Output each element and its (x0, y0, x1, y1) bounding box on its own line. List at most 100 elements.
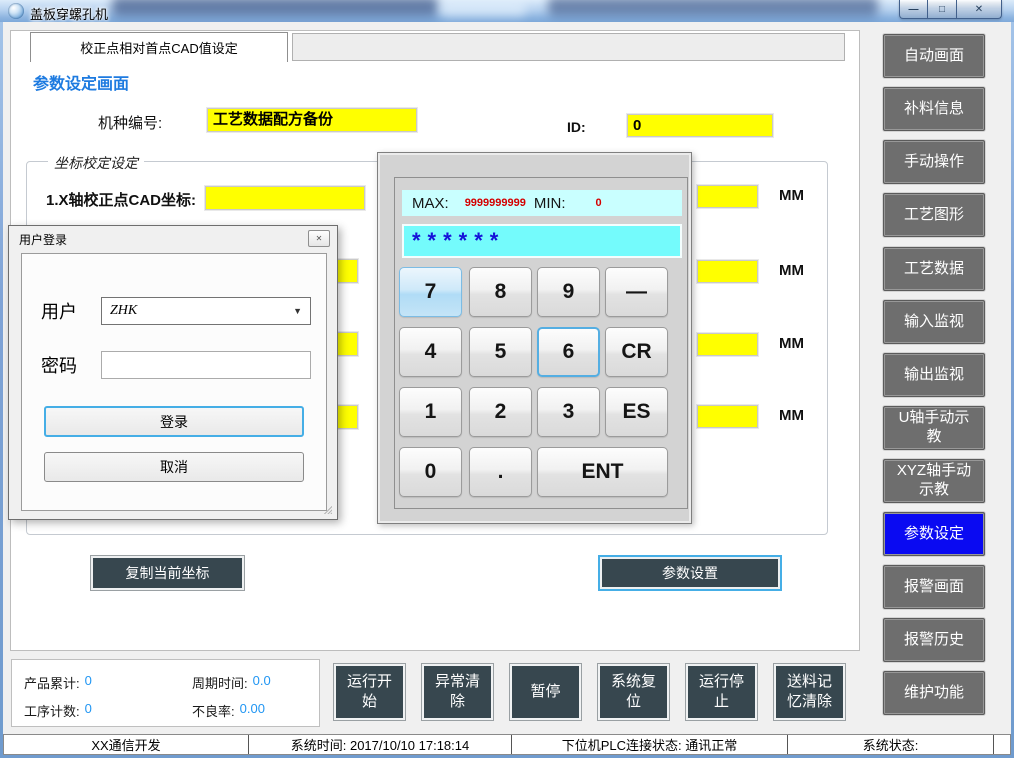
status-developer: XX通信开发 (4, 735, 248, 754)
status-system-time: 系统时间: 2017/10/10 17:18:14 (248, 735, 511, 754)
stat-value: 0.00 (240, 701, 265, 720)
stat-product-total: 产品累计: 0 (24, 673, 92, 692)
coordinate-value-field-1[interactable] (697, 185, 758, 208)
stat-label: 不良率: (192, 701, 235, 720)
sidebar-item-manual-operation[interactable]: 手动操作 (883, 140, 985, 184)
key-es[interactable]: ES (605, 387, 668, 437)
key-cr[interactable]: CR (605, 327, 668, 377)
resize-grip[interactable] (321, 503, 332, 514)
key-minus[interactable]: — (605, 267, 668, 317)
stat-defect-rate: 不良率: 0.00 (192, 701, 265, 720)
status-system-state: 系统状态: (787, 735, 993, 754)
copy-current-coordinates-button[interactable]: 复制当前坐标 (90, 555, 245, 591)
key-5[interactable]: 5 (469, 327, 532, 377)
status-bar: XX通信开发 系统时间: 2017/10/10 17:18:14 下位机PLC连… (3, 734, 1011, 755)
page-title: 参数设定画面 (33, 70, 129, 94)
sidebar-item-maintenance[interactable]: 维护功能 (883, 671, 985, 715)
x-cad-coordinate-label: 1.X轴校正点CAD坐标: (46, 189, 196, 210)
tab-strip (292, 33, 845, 61)
sidebar-item-u-axis-teach[interactable]: U轴手动示 教 (883, 406, 985, 450)
id-field[interactable]: 0 (627, 114, 773, 137)
minimize-button[interactable]: — (899, 0, 928, 19)
user-select-value: ZHK (110, 303, 293, 319)
dialog-close-icon[interactable]: ✕ (308, 230, 330, 247)
max-label: MAX: (412, 195, 449, 212)
machine-number-field[interactable]: 工艺数据配方备份 (207, 108, 417, 132)
user-login-dialog: 用户登录 ✕ 用户 ZHK ▼ 密码 登录 取消 (8, 225, 338, 520)
groupbox-legend: 坐标校定设定 (48, 153, 144, 173)
key-dot[interactable]: . (469, 447, 532, 497)
stat-process-count: 工序计数: 0 (24, 701, 92, 720)
sidebar-item-xyz-axis-teach[interactable]: XYZ轴手动 示教 (883, 459, 985, 503)
tab-cad-value-setting[interactable]: 校正点相对首点CAD值设定 (30, 32, 288, 62)
user-label: 用户 (41, 298, 77, 324)
sidebar-item-input-monitor[interactable]: 输入监视 (883, 300, 985, 344)
sidebar-item-process-data[interactable]: 工艺数据 (883, 247, 985, 291)
keypad-inner-panel: MAX: 9999999999 MIN: 0 ****** 7 8 9 — 4 … (394, 177, 688, 509)
key-2[interactable]: 2 (469, 387, 532, 437)
window-title: 盖板穿螺孔机 (30, 4, 108, 22)
production-stats-panel: 产品累计: 0 周期时间: 0.0 工序计数: 0 不良率: 0.00 (11, 659, 320, 727)
stat-value: 0 (85, 673, 92, 692)
sidebar-item-process-graphics[interactable]: 工艺图形 (883, 193, 985, 237)
status-filler (993, 735, 1010, 754)
key-6[interactable]: 6 (537, 327, 600, 377)
app-window: 盖板穿螺孔机 — □ ✕ 校正点相对首点CAD值设定 参数设定画面 机种编号: … (0, 0, 1014, 758)
stat-label: 产品累计: (24, 673, 80, 692)
key-4[interactable]: 4 (399, 327, 462, 377)
key-0[interactable]: 0 (399, 447, 462, 497)
stat-label: 工序计数: (24, 701, 80, 720)
x-cad-coordinate-field[interactable] (205, 186, 365, 210)
run-start-button[interactable]: 运行开 始 (333, 663, 406, 721)
chevron-down-icon: ▼ (293, 306, 302, 316)
close-button[interactable]: ✕ (957, 0, 1002, 19)
parameter-set-button[interactable]: 参数设置 (598, 555, 782, 591)
clear-error-button[interactable]: 异常清 除 (421, 663, 494, 721)
login-dialog-title: 用户登录 (19, 231, 67, 248)
limit-bar: MAX: 9999999999 MIN: 0 (402, 190, 682, 216)
keypad-display: ****** (402, 224, 682, 258)
coordinate-value-field-3[interactable] (697, 333, 758, 356)
feed-memory-clear-button[interactable]: 送料记 忆清除 (773, 663, 846, 721)
max-value: 9999999999 (465, 197, 526, 209)
stat-value: 0 (85, 701, 92, 720)
sidebar-item-auto-screen[interactable]: 自动画面 (883, 34, 985, 78)
password-field[interactable] (101, 351, 311, 379)
title-bar: 盖板穿螺孔机 — □ ✕ (0, 0, 1014, 22)
background-window-blur (548, 0, 878, 16)
sidebar-item-alarm-history[interactable]: 报警历史 (883, 618, 985, 662)
key-9[interactable]: 9 (537, 267, 600, 317)
run-stop-button[interactable]: 运行停 止 (685, 663, 758, 721)
key-3[interactable]: 3 (537, 387, 600, 437)
password-label: 密码 (41, 352, 77, 378)
coordinate-value-field-2[interactable] (697, 260, 758, 283)
unit-label: MM (779, 187, 804, 204)
background-window-blur (112, 0, 438, 16)
key-7[interactable]: 7 (399, 267, 462, 317)
system-reset-button[interactable]: 系统复 位 (597, 663, 670, 721)
machine-number-label: 机种编号: (98, 112, 162, 133)
app-icon (8, 3, 24, 19)
user-select[interactable]: ZHK ▼ (101, 297, 311, 325)
sidebar-item-alarm-screen[interactable]: 报警画面 (883, 565, 985, 609)
unit-label: MM (779, 407, 804, 424)
key-1[interactable]: 1 (399, 387, 462, 437)
sidebar-item-parameter-setting[interactable]: 参数设定 (883, 512, 985, 556)
id-label: ID: (567, 119, 586, 135)
min-value: 0 (596, 197, 602, 209)
coordinate-value-field-4[interactable] (697, 405, 758, 428)
pause-button[interactable]: 暂停 (509, 663, 582, 721)
stat-value: 0.0 (253, 673, 271, 692)
login-button[interactable]: 登录 (44, 406, 304, 437)
background-window-blur (440, 1, 526, 17)
window-controls: — □ ✕ (899, 0, 1002, 19)
unit-label: MM (779, 335, 804, 352)
sidebar-item-output-monitor[interactable]: 输出监视 (883, 353, 985, 397)
sidebar-item-refill-info[interactable]: 补料信息 (883, 87, 985, 131)
key-8[interactable]: 8 (469, 267, 532, 317)
numeric-keypad-dialog: MAX: 9999999999 MIN: 0 ****** 7 8 9 — 4 … (377, 152, 692, 524)
cancel-button[interactable]: 取消 (44, 452, 304, 482)
key-enter[interactable]: ENT (537, 447, 668, 497)
maximize-button[interactable]: □ (928, 0, 957, 19)
unit-label: MM (779, 262, 804, 279)
